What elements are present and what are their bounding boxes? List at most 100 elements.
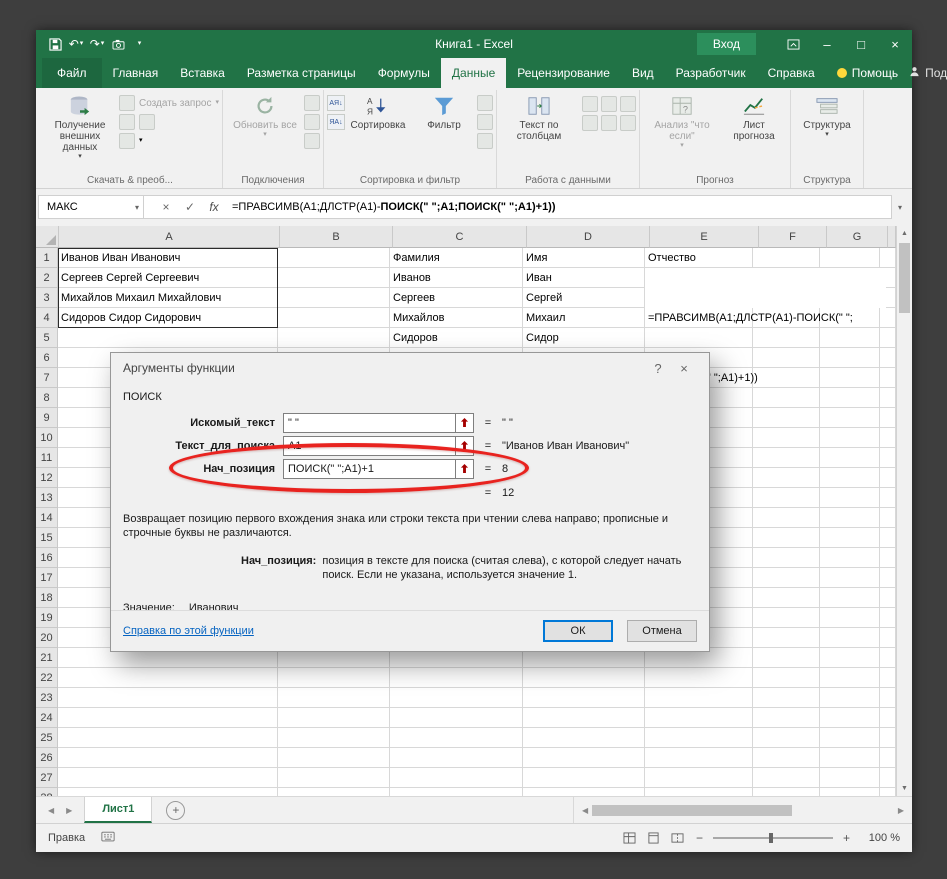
- row-header-18[interactable]: 18: [36, 588, 58, 608]
- page-layout-view-icon[interactable]: [646, 831, 662, 845]
- row-header-11[interactable]: 11: [36, 448, 58, 468]
- cell-B4[interactable]: [278, 308, 390, 328]
- dialog-title-bar[interactable]: Аргументы функции ? ×: [111, 353, 709, 383]
- row-header-10[interactable]: 10: [36, 428, 58, 448]
- cell-E25[interactable]: [645, 728, 753, 748]
- cell-C26[interactable]: [390, 748, 523, 768]
- cell-B25[interactable]: [278, 728, 390, 748]
- cell-D28[interactable]: [523, 788, 645, 796]
- row-header-17[interactable]: 17: [36, 568, 58, 588]
- row-header-21[interactable]: 21: [36, 648, 58, 668]
- cell-C2[interactable]: Иванов: [390, 268, 523, 288]
- connections-icon[interactable]: [303, 95, 320, 111]
- edit-links-icon[interactable]: [303, 133, 320, 149]
- cancel-button[interactable]: Отмена: [627, 620, 697, 642]
- ribbon-display-options-icon[interactable]: [776, 30, 810, 58]
- cell-B3[interactable]: [278, 288, 390, 308]
- cell-A27[interactable]: [58, 768, 278, 788]
- tab-review[interactable]: Рецензирование: [506, 58, 621, 88]
- redo-icon[interactable]: ↷ ▾: [88, 34, 106, 54]
- cell-E27[interactable]: [645, 768, 753, 788]
- zoom-slider-thumb[interactable]: [768, 833, 773, 843]
- cell-G27[interactable]: [820, 768, 880, 788]
- vscroll-thumb[interactable]: [899, 243, 910, 313]
- row-header-1[interactable]: 1: [36, 248, 58, 268]
- undo-icon[interactable]: ↶ ▾: [67, 34, 85, 54]
- tab-developer[interactable]: Разработчик: [665, 58, 757, 88]
- customize-qat-icon[interactable]: ▾: [130, 34, 148, 54]
- row-header-15[interactable]: 15: [36, 528, 58, 548]
- row-header-26[interactable]: 26: [36, 748, 58, 768]
- row-header-5[interactable]: 5: [36, 328, 58, 348]
- hscroll-track[interactable]: [592, 804, 894, 817]
- tab-data[interactable]: Данные: [440, 58, 507, 88]
- row-header-4[interactable]: 4: [36, 308, 58, 328]
- insert-function-button[interactable]: fx: [202, 195, 226, 219]
- manage-data-model-icon[interactable]: [619, 115, 636, 131]
- cell-A2[interactable]: Сергеев Сергей Сергеевич: [58, 268, 278, 288]
- consolidate-icon[interactable]: [581, 115, 598, 131]
- cell-G18[interactable]: [820, 588, 880, 608]
- vertical-scrollbar[interactable]: ▲ ▼: [896, 226, 912, 796]
- zoom-in-icon[interactable]: +: [841, 831, 852, 845]
- zoom-out-icon[interactable]: −: [694, 831, 705, 845]
- cell-D1[interactable]: Имя: [523, 248, 645, 268]
- cell-F25[interactable]: [753, 728, 820, 748]
- cell-E28[interactable]: [645, 788, 753, 796]
- column-header-F[interactable]: F: [759, 226, 827, 248]
- cell-B1[interactable]: [278, 248, 390, 268]
- collapse-dialog-button[interactable]: [456, 435, 474, 456]
- cell-E1[interactable]: Отчество: [645, 248, 753, 268]
- cell-F26[interactable]: [753, 748, 820, 768]
- name-box-dropdown-icon[interactable]: ▾: [135, 203, 139, 212]
- cell-B5[interactable]: [278, 328, 390, 348]
- cell-G19[interactable]: [820, 608, 880, 628]
- cell-C25[interactable]: [390, 728, 523, 748]
- remove-duplicates-icon[interactable]: [600, 96, 617, 112]
- cell-F17[interactable]: [753, 568, 820, 588]
- show-queries-button[interactable]: [119, 114, 219, 130]
- column-header-E[interactable]: E: [650, 226, 759, 248]
- row-header-14[interactable]: 14: [36, 508, 58, 528]
- cell-A28[interactable]: [58, 788, 278, 796]
- cell-C1[interactable]: Фамилия: [390, 248, 523, 268]
- select-all-corner[interactable]: [36, 226, 59, 248]
- cell-C27[interactable]: [390, 768, 523, 788]
- sign-in-button[interactable]: Вход: [696, 33, 756, 55]
- normal-view-icon[interactable]: [622, 831, 638, 845]
- sheet-nav-left-icon[interactable]: ◀: [48, 806, 54, 815]
- cell-B2[interactable]: [278, 268, 390, 288]
- sort-button[interactable]: АЯ Сортировка: [345, 91, 411, 132]
- cell-A25[interactable]: [58, 728, 278, 748]
- add-sheet-button[interactable]: +: [166, 800, 186, 820]
- horizontal-scrollbar[interactable]: ◀ ▶: [573, 797, 912, 823]
- cell-B22[interactable]: [278, 668, 390, 688]
- relationships-icon[interactable]: [600, 115, 617, 131]
- collapse-dialog-button[interactable]: [456, 458, 474, 479]
- sheet-tab-list1[interactable]: Лист1: [84, 797, 153, 823]
- cell-F24[interactable]: [753, 708, 820, 728]
- row-header-6[interactable]: 6: [36, 348, 58, 368]
- cell-G11[interactable]: [820, 448, 880, 468]
- row-header-3[interactable]: 3: [36, 288, 58, 308]
- row-header-9[interactable]: 9: [36, 408, 58, 428]
- advanced-filter-icon[interactable]: [476, 133, 493, 149]
- cell-F1[interactable]: [753, 248, 820, 268]
- cell-C5[interactable]: Сидоров: [390, 328, 523, 348]
- cell-G22[interactable]: [820, 668, 880, 688]
- tab-view[interactable]: Вид: [621, 58, 665, 88]
- confirm-entry-button[interactable]: ✓: [178, 195, 202, 219]
- cell-F12[interactable]: [753, 468, 820, 488]
- row-header-25[interactable]: 25: [36, 728, 58, 748]
- tab-page-layout[interactable]: Разметка страницы: [236, 58, 367, 88]
- get-external-data-button[interactable]: Получение внешних данных ▾: [41, 91, 119, 162]
- cell-G13[interactable]: [820, 488, 880, 508]
- cell-G12[interactable]: [820, 468, 880, 488]
- new-query-button[interactable]: Создать запрос ▾: [119, 95, 219, 111]
- cell-A1[interactable]: Иванов Иван Иванович: [58, 248, 278, 268]
- column-header-B[interactable]: B: [280, 226, 393, 248]
- text-to-columns-button[interactable]: Текст по столбцам: [500, 91, 578, 143]
- cell-A22[interactable]: [58, 668, 278, 688]
- save-icon[interactable]: [46, 34, 64, 54]
- cell-F18[interactable]: [753, 588, 820, 608]
